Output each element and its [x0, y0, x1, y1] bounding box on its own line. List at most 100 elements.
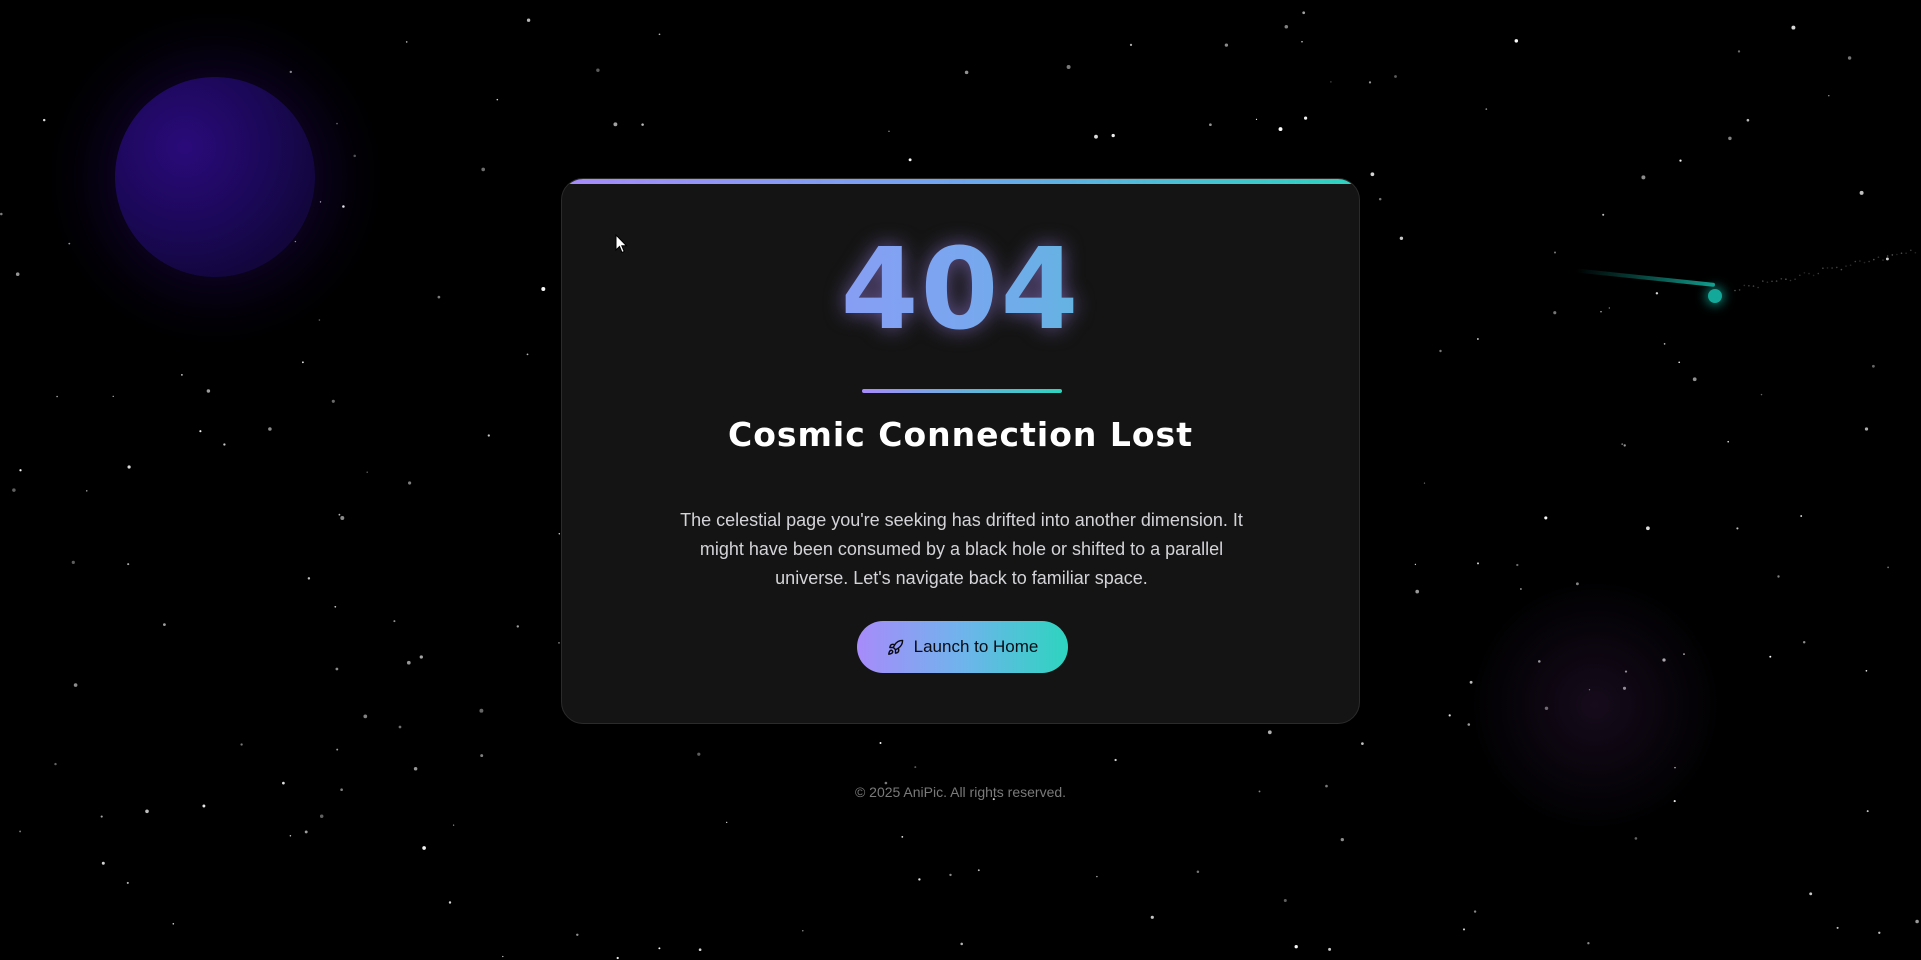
- star: [19, 469, 22, 472]
- star: [516, 625, 520, 628]
- comet-dust: [1831, 267, 1833, 269]
- star: [1634, 837, 1638, 840]
- star: [1302, 11, 1306, 15]
- error-code: 404: [562, 215, 1359, 365]
- star: [54, 762, 57, 766]
- star: [1544, 516, 1548, 520]
- star: [163, 623, 166, 626]
- comet-dust: [1817, 272, 1820, 275]
- planet: [115, 77, 315, 277]
- star: [363, 714, 368, 719]
- comet-dust: [1822, 267, 1824, 270]
- star: [1800, 515, 1803, 517]
- comet-dust: [1771, 280, 1773, 283]
- star: [1746, 118, 1750, 122]
- space-background: 404 Cosmic Connection Lost The celestial…: [0, 0, 1921, 960]
- star: [1878, 931, 1881, 934]
- star: [448, 901, 452, 904]
- star: [641, 123, 644, 126]
- star: [1111, 133, 1115, 138]
- star: [406, 660, 411, 665]
- star: [697, 752, 701, 756]
- star: [1283, 899, 1287, 902]
- star: [1267, 730, 1272, 735]
- star: [496, 98, 499, 101]
- comet-dust: [1910, 249, 1912, 252]
- star: [1462, 928, 1466, 931]
- star: [1791, 25, 1796, 30]
- star: [977, 869, 980, 872]
- launch-home-button[interactable]: Launch to Home: [857, 621, 1068, 673]
- comet-dust: [1743, 284, 1746, 287]
- comet-dust: [1752, 285, 1755, 287]
- star: [71, 560, 75, 565]
- star: [1864, 427, 1869, 431]
- star: [1368, 81, 1372, 84]
- star: [0, 212, 3, 216]
- star: [481, 167, 486, 172]
- star: [335, 667, 339, 671]
- comet-dust: [1873, 258, 1875, 261]
- launch-home-label: Launch to Home: [913, 637, 1039, 656]
- star: [1915, 919, 1919, 924]
- rocket-icon: [887, 639, 904, 656]
- star: [901, 835, 904, 838]
- star: [413, 767, 418, 771]
- comet-dust: [1900, 252, 1903, 254]
- star: [888, 130, 890, 133]
- star: [526, 353, 529, 356]
- comet-dust: [1826, 267, 1829, 269]
- star: [319, 201, 322, 203]
- comet-dust: [1766, 281, 1769, 284]
- star: [1728, 136, 1732, 141]
- star: [1520, 588, 1522, 590]
- star: [240, 743, 243, 746]
- error-message: The celestial page you're seeking has dr…: [680, 510, 1243, 588]
- star: [1361, 742, 1364, 745]
- comet-dust: [1891, 254, 1894, 256]
- star: [42, 118, 46, 122]
- star: [1467, 723, 1471, 726]
- star: [1887, 566, 1889, 569]
- comet-dust: [1812, 274, 1815, 277]
- star: [1473, 910, 1477, 913]
- star: [1328, 947, 1332, 951]
- star: [726, 821, 728, 824]
- star: [541, 287, 546, 291]
- star: [1255, 118, 1258, 121]
- comet-dust: [1794, 278, 1796, 281]
- star: [336, 748, 339, 751]
- comet-dust: [1854, 260, 1857, 263]
- star: [1378, 197, 1382, 201]
- error-title: Cosmic Connection Lost: [728, 415, 1193, 454]
- star: [202, 804, 206, 808]
- star: [126, 881, 129, 884]
- star: [1304, 116, 1308, 120]
- star: [1150, 915, 1154, 919]
- star: [1866, 810, 1869, 813]
- star: [100, 815, 103, 818]
- star: [334, 605, 337, 608]
- comet-dust: [1836, 266, 1838, 269]
- comet-dust: [1785, 278, 1787, 281]
- star: [964, 70, 969, 75]
- comet-dust: [1914, 251, 1917, 254]
- star: [172, 923, 175, 925]
- star: [1415, 589, 1420, 594]
- star: [112, 395, 114, 397]
- star: [331, 399, 335, 403]
- star: [366, 471, 368, 473]
- star: [480, 754, 484, 758]
- star: [1623, 444, 1626, 447]
- star: [1737, 50, 1741, 53]
- star: [294, 240, 297, 243]
- star: [127, 465, 131, 469]
- star: [1602, 213, 1605, 216]
- star: [1646, 526, 1650, 531]
- star: [318, 319, 321, 321]
- mouse-cursor-icon: [615, 234, 628, 254]
- star: [1736, 527, 1739, 530]
- star: [1836, 926, 1839, 929]
- star: [1727, 440, 1729, 443]
- star: [86, 490, 88, 492]
